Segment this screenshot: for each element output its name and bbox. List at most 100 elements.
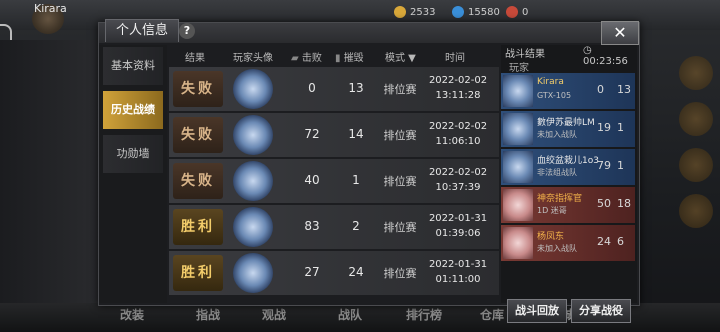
- player-name: Kirara: [537, 77, 564, 87]
- bottom-tab-ranking[interactable]: 排行榜: [406, 306, 442, 323]
- player-avatar-emblem: [233, 69, 273, 109]
- battle-result-panel: 战斗结果 ◷ 00:23:56 玩家 Kirara GTX-105 0 13 數伊苏最帅…: [501, 45, 637, 323]
- destroy-value: 24: [348, 265, 364, 279]
- player-result-row[interactable]: 神奈指挥官 1D 迷哥 50 18: [501, 187, 635, 223]
- player-avatar: [503, 189, 533, 221]
- result-badge: 失败: [173, 71, 223, 107]
- diamond-icon: [452, 6, 464, 18]
- resource-ticket: 0: [506, 6, 528, 18]
- player-destroy: 13: [617, 83, 631, 96]
- player-kills: 0: [597, 83, 604, 96]
- kills-value: 0: [308, 81, 316, 95]
- player-kills: 50: [597, 197, 611, 210]
- destroy-value: 13: [348, 81, 364, 95]
- header-time: 时间: [445, 53, 465, 64]
- player-avatar: [503, 113, 533, 145]
- player-destroy: 6: [617, 235, 624, 248]
- table-row[interactable]: 失败 72 14 排位赛 2022-02-02 11:06:10: [169, 113, 499, 157]
- player-destroy: 18: [617, 197, 631, 210]
- background-left-panel: [0, 40, 100, 310]
- player-destroy: 1: [617, 159, 624, 172]
- table-row[interactable]: 胜利 27 24 排位赛 2022-01-31 01:11:00: [169, 251, 499, 295]
- timer: ◷ 00:23:56: [583, 45, 628, 67]
- player-kills: 19: [597, 121, 611, 134]
- table-row[interactable]: 胜利 83 2 排位赛 2022-01-31 01:39:06: [169, 205, 499, 249]
- share-battle-button[interactable]: 分享战役: [571, 299, 631, 323]
- table-row[interactable]: 失败 0 13 排位赛 2022-02-02 13:11:28: [169, 67, 499, 111]
- mode-value: 排位赛: [383, 83, 417, 96]
- kills-value: 83: [304, 219, 320, 233]
- player-avatar: [503, 227, 533, 259]
- player-avatar-emblem: [233, 253, 273, 293]
- personal-info-panel: 个人信息 ? 基本资料 历史战绩 功勋墙 结果 玩家头像 ▰ 击败 ▮ 摧毁 模…: [98, 19, 640, 323]
- nav-basic-info[interactable]: 基本资料: [103, 47, 163, 85]
- bottom-tab-storage[interactable]: 仓库: [480, 306, 504, 323]
- close-button[interactable]: ✕: [601, 21, 639, 45]
- player-result-row[interactable]: 血绞盆栽儿1o3 非法组战队 79 1: [501, 149, 635, 185]
- nav-merit-wall[interactable]: 功勋墙: [103, 135, 163, 173]
- table-row[interactable]: 失败 40 1 排位赛 2022-02-02 10:37:39: [169, 159, 499, 203]
- battle-result-title: 战斗结果: [505, 49, 545, 60]
- datetime-value: 2022-01-31 01:39:06: [428, 213, 488, 239]
- player-team: 非法组战队: [537, 168, 577, 177]
- bottom-tab-spectate[interactable]: 观战: [262, 306, 286, 323]
- player-kills: 79: [597, 159, 611, 172]
- result-badge: 失败: [173, 117, 223, 153]
- resource-gold: 2533: [394, 6, 435, 18]
- dropdown-icon: ▼: [405, 53, 416, 64]
- player-result-row[interactable]: Kirara GTX-105 0 13: [501, 73, 635, 109]
- player-result-row[interactable]: 數伊苏最帅LM 未加入战队 19 1: [501, 111, 635, 147]
- nav-history-record[interactable]: 历史战绩: [103, 91, 163, 129]
- player-column-header: 玩家: [509, 63, 529, 74]
- player-result-row[interactable]: 杨凤东 未加入战队 24 6: [501, 225, 635, 261]
- player-team: 1D 迷哥: [537, 206, 567, 215]
- mode-value: 排位赛: [383, 221, 417, 234]
- datetime-value: 2022-02-02 10:37:39: [428, 167, 488, 193]
- battle-replay-button[interactable]: 战斗回放: [507, 299, 567, 323]
- header-kills: ▰ 击败: [291, 53, 322, 64]
- panel-title: 个人信息: [105, 19, 180, 42]
- destroy-value: 1: [352, 173, 360, 187]
- player-team: 未加入战队: [537, 244, 577, 253]
- kills-value: 72: [304, 127, 320, 141]
- gold-icon: [394, 6, 406, 18]
- player-team: 未加入战队: [537, 130, 577, 139]
- kills-value: 27: [304, 265, 320, 279]
- menu-icon[interactable]: [679, 102, 713, 136]
- player-avatar-emblem: [233, 161, 273, 201]
- player-destroy: 1: [617, 121, 624, 134]
- menu-icon[interactable]: [679, 56, 713, 90]
- header-destroy: ▮ 摧毁: [335, 53, 364, 64]
- kills-value: 40: [304, 173, 320, 187]
- bottom-tab-command[interactable]: 指战: [196, 306, 220, 323]
- resource-diamond: 15580: [452, 6, 500, 18]
- bottom-tab-team[interactable]: 战队: [338, 306, 362, 323]
- player-avatar: [503, 151, 533, 183]
- mode-value: 排位赛: [383, 267, 417, 280]
- clock-icon: ◷: [583, 45, 592, 56]
- player-team: GTX-105: [537, 91, 572, 100]
- player-name: 血绞盆栽儿1o3: [537, 156, 599, 166]
- player-avatar: [503, 75, 533, 107]
- datetime-value: 2022-01-31 01:11:00: [428, 259, 488, 285]
- mode-value: 排位赛: [383, 129, 417, 142]
- menu-icon[interactable]: [679, 148, 713, 182]
- datetime-value: 2022-02-02 11:06:10: [428, 121, 488, 147]
- header-mode[interactable]: 模式 ▼: [385, 49, 416, 64]
- player-name: 神奈指挥官: [537, 194, 583, 204]
- destroy-value: 2: [352, 219, 360, 233]
- menu-icon[interactable]: [679, 194, 713, 228]
- background-right-menu: [672, 50, 720, 300]
- destroy-value: 14: [348, 127, 364, 141]
- player-name: 杨凤东: [537, 232, 565, 242]
- result-badge: 失败: [173, 163, 223, 199]
- player-avatar-emblem: [233, 207, 273, 247]
- bottom-tab-modify[interactable]: 改装: [120, 306, 144, 323]
- help-icon[interactable]: ?: [179, 23, 195, 39]
- mode-value: 排位赛: [383, 175, 417, 188]
- header-result: 结果: [185, 53, 205, 64]
- player-avatar-emblem: [233, 115, 273, 155]
- history-list: 失败 0 13 排位赛 2022-02-02 13:11:28 失败 72 14 排位赛 2022-…: [169, 67, 499, 305]
- destroy-icon: ▮: [335, 53, 344, 64]
- ticket-icon: [506, 6, 518, 18]
